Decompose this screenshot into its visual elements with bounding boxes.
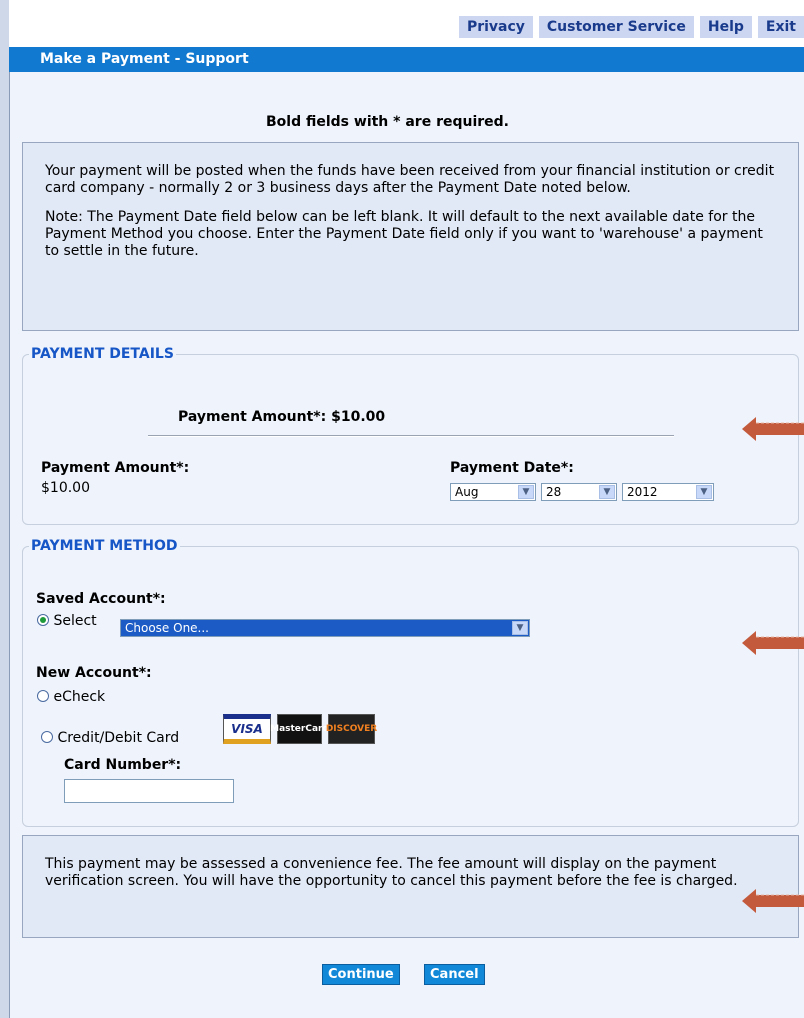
echeck-radio-row: eCheck [37, 689, 105, 705]
payment-method-legend: PAYMENT METHOD [31, 538, 178, 554]
privacy-link[interactable]: Privacy [458, 16, 533, 38]
help-link[interactable]: Help [699, 16, 752, 38]
payment-date-label: Payment Date*: [450, 460, 574, 476]
credit-card-radio-row: Credit/Debit Card [41, 730, 179, 746]
payment-year-select[interactable]: 2012 ▼ [622, 483, 714, 501]
payment-amount-label: Payment Amount*: [41, 460, 190, 476]
mastercard-logo: MasterCard [270, 714, 329, 744]
chevron-down-icon: ▼ [599, 485, 615, 499]
cancel-button[interactable]: Cancel [424, 964, 485, 985]
visa-logo: VISA [223, 714, 271, 744]
new-account-label: New Account*: [36, 665, 152, 681]
chevron-down-icon: ▼ [512, 621, 528, 635]
annotation-arrow-icon [742, 417, 804, 441]
customer-service-link[interactable]: Customer Service [538, 16, 694, 38]
payment-amount-value: $10.00 [41, 480, 90, 496]
continue-button[interactable]: Continue [322, 964, 400, 985]
payment-info-box: Your payment will be posted when the fun… [22, 142, 799, 331]
required-fields-note: Bold fields with * are required. [266, 114, 509, 130]
payment-month-select[interactable]: Aug ▼ [450, 483, 536, 501]
select-saved-radio-label: Select [53, 613, 97, 629]
window-left-edge [0, 0, 9, 1018]
saved-account-label: Saved Account*: [36, 591, 166, 607]
saved-account-select[interactable]: Choose One... ▼ [120, 619, 530, 637]
payment-day-select[interactable]: 28 ▼ [541, 483, 617, 501]
chevron-down-icon: ▼ [518, 485, 534, 499]
credit-card-radio[interactable] [41, 731, 53, 743]
annotation-arrow-icon [742, 889, 804, 913]
page-title: Make a Payment - Support [9, 47, 804, 72]
discover-logo: DISCOVER [326, 714, 377, 744]
payment-details-legend: PAYMENT DETAILS [31, 346, 174, 362]
convenience-fee-note: This payment may be assessed a convenien… [45, 856, 738, 889]
saved-account-radio-row: Select [37, 613, 97, 629]
top-navigation-bar: Privacy Customer Service Help Exit [9, 0, 804, 46]
saved-account-select-value: Choose One... [125, 621, 209, 635]
exit-link[interactable]: Exit [757, 16, 804, 38]
card-logos: VISA MasterCard DISCOVER [223, 714, 377, 744]
select-saved-radio[interactable] [37, 614, 49, 626]
annotation-arrow-icon [742, 631, 804, 655]
echeck-radio[interactable] [37, 690, 49, 702]
card-number-input[interactable] [64, 779, 234, 803]
card-number-label: Card Number*: [64, 757, 182, 773]
info-paragraph-payment-date: Note: The Payment Date field below can b… [45, 209, 763, 259]
chevron-down-icon: ▼ [696, 485, 712, 499]
payment-amount-summary: Payment Amount*: $10.00 [178, 409, 386, 425]
credit-card-radio-label: Credit/Debit Card [57, 730, 180, 746]
payment-month-value: Aug [455, 485, 479, 499]
info-paragraph-posting: Your payment will be posted when the fun… [45, 163, 775, 196]
convenience-fee-box: This payment may be assessed a convenien… [22, 835, 799, 938]
echeck-radio-label: eCheck [53, 689, 106, 705]
payment-year-value: 2012 [627, 485, 658, 499]
payment-day-value: 28 [546, 485, 562, 499]
nav-links: Privacy Customer Service Help Exit [458, 16, 804, 38]
summary-divider [148, 435, 674, 437]
